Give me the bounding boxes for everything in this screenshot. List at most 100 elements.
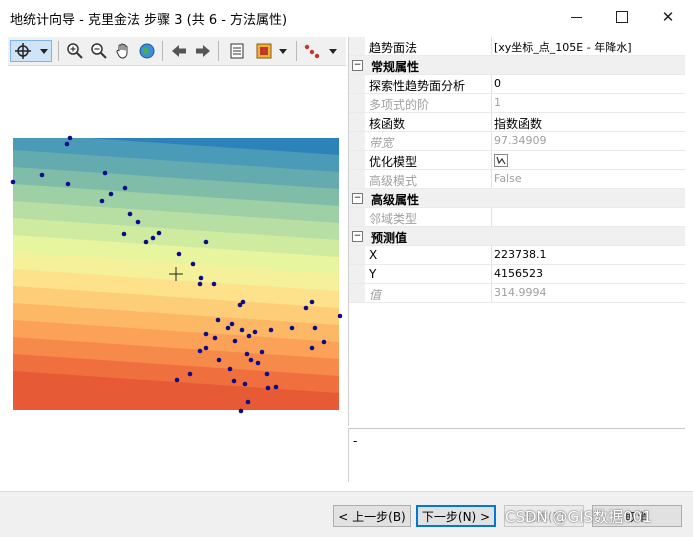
sample-point: [65, 181, 71, 187]
sample-point: [237, 302, 243, 308]
collapse-icon[interactable]: −: [352, 193, 363, 204]
sample-point: [190, 261, 196, 267]
globe-icon: [139, 43, 155, 59]
property-grid: 趋势面法 [xy坐标_点_105E - 年降水] − 常规属性 探索性趋势面分析…: [348, 37, 685, 426]
map-view[interactable]: [8, 66, 346, 481]
zoom-out-button[interactable]: [88, 40, 110, 62]
property-row[interactable]: X 223738.1: [349, 246, 685, 265]
sample-point: [309, 345, 315, 351]
sample-point: [259, 349, 265, 355]
property-row[interactable]: 多项式的阶 1: [349, 94, 685, 113]
property-name: Y: [369, 267, 377, 281]
sample-point: [231, 378, 237, 384]
sample-point: [309, 299, 315, 305]
property-value[interactable]: [494, 153, 679, 167]
next-button[interactable]: 下一步(N) >: [416, 505, 496, 527]
maximize-icon: [616, 11, 628, 23]
category-advanced[interactable]: − 高级属性: [349, 189, 685, 208]
sample-point: [264, 371, 270, 377]
zoom-out-icon: [91, 43, 107, 59]
maximize-button[interactable]: [599, 0, 645, 34]
property-name: X: [369, 248, 378, 262]
forward-arrow-icon: [196, 45, 210, 57]
sample-point: [197, 348, 203, 354]
property-value[interactable]: [xy坐标_点_105E - 年降水]: [494, 39, 679, 55]
sample-point: [268, 327, 274, 333]
zoom-in-button[interactable]: [64, 40, 86, 62]
property-row[interactable]: 核函数 指数函数: [349, 113, 685, 132]
title-bar: 地统计向导 - 克里金法 步骤 3 (共 6 - 方法属性) ✕: [0, 0, 693, 34]
points-symbol-button[interactable]: [302, 40, 342, 62]
sample-point: [215, 317, 221, 323]
sample-point: [232, 338, 238, 344]
collapse-icon[interactable]: −: [352, 231, 363, 242]
category-prediction[interactable]: − 预测值: [349, 227, 685, 246]
property-row-trend[interactable]: 趋势面法 [xy坐标_点_105E - 年降水]: [349, 37, 685, 56]
minimize-icon: [570, 16, 582, 18]
property-row[interactable]: 探索性趋势面分析 0: [349, 75, 685, 94]
pan-tool-button[interactable]: [10, 40, 52, 62]
category-title: 预测值: [371, 231, 408, 245]
property-value[interactable]: 指数函数: [494, 115, 679, 132]
previous-extent-button[interactable]: [168, 40, 190, 62]
property-row[interactable]: Y 4156523: [349, 265, 685, 284]
layer-icon: [256, 43, 287, 59]
sample-point: [321, 339, 327, 345]
back-button[interactable]: < 上一步(B): [333, 505, 411, 527]
sample-point: [252, 329, 258, 335]
sample-point: [122, 185, 128, 191]
sample-point: [203, 345, 209, 351]
sample-point: [176, 251, 182, 257]
property-row[interactable]: 带宽 97.34909: [349, 132, 685, 151]
pan-hand-button[interactable]: [112, 40, 134, 62]
property-name: 高级模式: [369, 174, 418, 188]
property-value: 97.34909: [494, 134, 547, 147]
property-value[interactable]: 0: [494, 77, 679, 90]
sample-point: [337, 313, 343, 319]
next-extent-button[interactable]: [192, 40, 214, 62]
sample-point: [135, 219, 141, 225]
sample-point: [99, 198, 105, 204]
table-button[interactable]: [226, 40, 248, 62]
minimize-button[interactable]: [553, 0, 599, 34]
property-row[interactable]: 值 314.9994: [349, 284, 685, 303]
property-value[interactable]: 4156523: [494, 267, 679, 280]
sample-point: [216, 357, 222, 363]
category-general[interactable]: − 常规属性: [349, 56, 685, 75]
optimize-model-icon[interactable]: [494, 153, 508, 167]
full-extent-button[interactable]: [136, 40, 158, 62]
trend-surface-map[interactable]: [8, 66, 346, 481]
layer-button[interactable]: [254, 40, 292, 62]
sample-point: [102, 170, 108, 176]
sample-point: [255, 360, 261, 366]
sample-point: [248, 357, 254, 363]
sample-point: [289, 325, 295, 331]
close-icon: ✕: [661, 8, 675, 26]
sample-point: [121, 231, 127, 237]
sample-point: [156, 230, 162, 236]
property-value[interactable]: 223738.1: [494, 248, 679, 261]
sample-point: [197, 281, 203, 287]
property-name: 优化模型: [369, 155, 418, 169]
property-name: 邻域类型: [369, 212, 418, 226]
sample-point: [67, 135, 73, 141]
property-row[interactable]: 高级模式 False: [349, 170, 685, 189]
property-row[interactable]: 邻域类型: [349, 208, 685, 227]
close-button[interactable]: ✕: [645, 0, 691, 34]
sample-point: [127, 211, 133, 217]
sample-point: [203, 239, 209, 245]
collapse-icon[interactable]: −: [352, 60, 363, 71]
sample-point: [244, 351, 250, 357]
sample-point: [242, 381, 248, 387]
property-name: 多项式的阶: [369, 98, 430, 112]
category-title: 常规属性: [371, 60, 420, 74]
sample-point: [225, 325, 231, 331]
sample-point: [245, 399, 251, 405]
description-panel: -: [348, 428, 685, 482]
property-row[interactable]: 优化模型: [349, 151, 685, 170]
sample-point: [10, 179, 16, 185]
sample-point: [108, 191, 114, 197]
window-title: 地统计向导 - 克里金法 步骤 3 (共 6 - 方法属性): [10, 13, 288, 28]
property-name: 趋势面法: [369, 41, 418, 55]
sample-point: [312, 325, 318, 331]
